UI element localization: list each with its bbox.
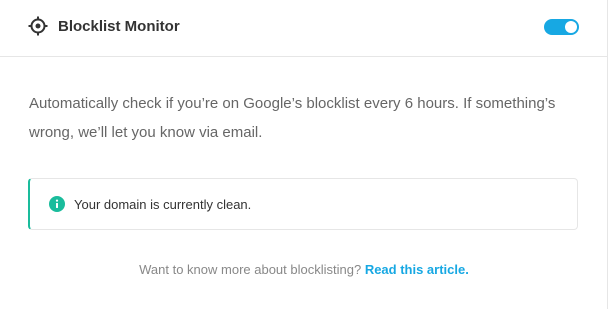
target-icon	[28, 16, 48, 36]
status-notice-text: Your domain is currently clean.	[74, 197, 252, 212]
blocklist-monitor-toggle[interactable]	[544, 19, 579, 35]
read-article-link[interactable]: Read this article.	[365, 262, 469, 277]
toggle-knob	[565, 21, 577, 33]
status-notice: Your domain is currently clean.	[28, 178, 578, 230]
card-header: Blocklist Monitor	[0, 0, 608, 57]
learn-more-footer: Want to know more about blocklisting? Re…	[0, 262, 608, 278]
footer-text: Want to know more about blocklisting?	[139, 262, 365, 277]
feature-description: Automatically check if you’re on Google’…	[29, 95, 556, 141]
card-title: Blocklist Monitor	[58, 18, 180, 35]
info-icon	[49, 196, 65, 212]
blocklist-monitor-card: Blocklist Monitor Automatically check if…	[0, 0, 608, 309]
